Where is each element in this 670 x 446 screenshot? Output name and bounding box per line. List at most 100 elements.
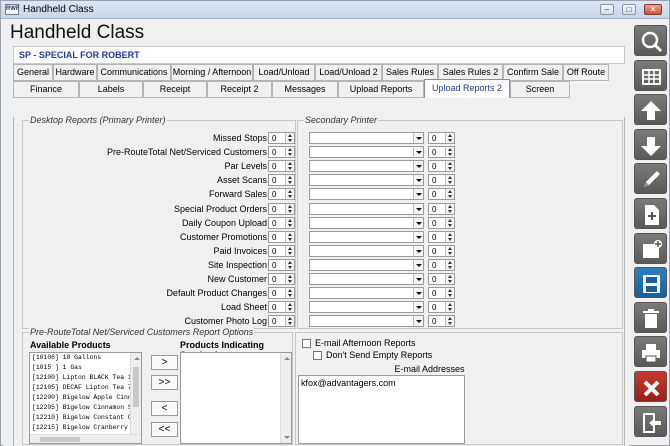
tab-load-unload-2[interactable]: Load/Unload 2 bbox=[315, 64, 382, 81]
secondary-printer-select-pre-routetotal-net-serviced-customers[interactable] bbox=[309, 146, 424, 159]
primary-copies-default-product-changes-arrows[interactable] bbox=[285, 288, 294, 299]
primary-copies-load-sheet-arrows[interactable] bbox=[285, 302, 294, 313]
add-all-button[interactable]: >> bbox=[151, 375, 178, 390]
secondary-copies-site-inspection[interactable]: 0 bbox=[428, 258, 455, 271]
tab-morning-afternoon[interactable]: Morning / Afternoon bbox=[171, 64, 253, 81]
available-product-item[interactable]: [12210] Bigelow Constant Co bbox=[30, 413, 130, 423]
secondary-printer-select-customer-photo-log[interactable] bbox=[309, 315, 424, 328]
primary-copies-customer-photo-log-arrows[interactable] bbox=[285, 316, 294, 327]
secondary-copies-asset-scans-arrows[interactable] bbox=[445, 175, 454, 186]
secondary-copies-pre-routetotal-net-serviced-customers-arrows[interactable] bbox=[445, 147, 454, 158]
tab-upload-reports[interactable]: Upload Reports bbox=[338, 81, 424, 98]
available-product-item[interactable]: [12100] Lipton BLACK Tea 10 bbox=[30, 373, 130, 383]
primary-copies-forward-sales-arrows[interactable] bbox=[285, 189, 294, 200]
remove-all-button[interactable]: << bbox=[151, 422, 178, 437]
save-button[interactable] bbox=[634, 267, 667, 299]
secondary-printer-select-missed-stops[interactable] bbox=[309, 132, 424, 144]
secondary-copies-paid-invoices[interactable]: 0 bbox=[428, 244, 455, 257]
pencil-button[interactable] bbox=[634, 163, 667, 195]
add-selected-button[interactable]: > bbox=[151, 355, 178, 370]
tab-hardware[interactable]: Hardware bbox=[53, 64, 97, 81]
new-document-button[interactable] bbox=[634, 198, 667, 229]
primary-copies-missed-stops[interactable]: 0 bbox=[268, 132, 295, 144]
window-close-button[interactable]: ✕ bbox=[644, 4, 662, 15]
primary-copies-pre-routetotal-net-serviced-customers[interactable]: 0 bbox=[268, 146, 295, 159]
email-afternoon-checkbox[interactable] bbox=[302, 339, 311, 348]
secondary-copies-paid-invoices-arrows[interactable] bbox=[445, 245, 454, 256]
tab-off-route[interactable]: Off Route bbox=[563, 64, 609, 81]
primary-copies-par-levels-arrows[interactable] bbox=[285, 161, 294, 172]
primary-copies-par-levels[interactable]: 0 bbox=[268, 160, 295, 173]
grid-button[interactable] bbox=[634, 59, 667, 91]
secondary-copies-missed-stops[interactable]: 0 bbox=[428, 132, 455, 144]
secondary-printer-select-customer-promotions[interactable] bbox=[309, 230, 424, 243]
primary-copies-daily-coupon-upload[interactable]: 0 bbox=[268, 216, 295, 229]
secondary-printer-select-daily-coupon-upload[interactable] bbox=[309, 216, 424, 229]
tab-receipt-2[interactable]: Receipt 2 bbox=[207, 81, 272, 98]
tab-finance[interactable]: Finance bbox=[13, 81, 79, 98]
secondary-copies-default-product-changes-arrows[interactable] bbox=[445, 288, 454, 299]
primary-copies-site-inspection-arrows[interactable] bbox=[285, 259, 294, 270]
secondary-printer-select-site-inspection[interactable] bbox=[309, 258, 424, 271]
available-product-item[interactable]: [12205] Bigelow Cinnamon St bbox=[30, 403, 130, 413]
primary-copies-customer-promotions[interactable]: 0 bbox=[268, 230, 295, 243]
minimize-button[interactable]: – bbox=[600, 4, 614, 15]
secondary-copies-customer-photo-log[interactable]: 0 bbox=[428, 315, 455, 328]
secondary-printer-select-default-product-changes[interactable] bbox=[309, 287, 424, 300]
secondary-printer-select-special-product-orders[interactable] bbox=[309, 202, 424, 215]
arrow-down-button[interactable] bbox=[634, 128, 667, 160]
primary-copies-asset-scans[interactable]: 0 bbox=[268, 174, 295, 187]
secondary-printer-select-par-levels[interactable] bbox=[309, 160, 424, 173]
secondary-copies-site-inspection-arrows[interactable] bbox=[445, 259, 454, 270]
secondary-copies-par-levels[interactable]: 0 bbox=[428, 160, 455, 173]
secondary-copies-par-levels-arrows[interactable] bbox=[445, 161, 454, 172]
secondary-printer-select-forward-sales[interactable] bbox=[309, 188, 424, 201]
print-button[interactable] bbox=[634, 336, 667, 368]
secondary-copies-default-product-changes[interactable]: 0 bbox=[428, 287, 455, 300]
secondary-copies-forward-sales[interactable]: 0 bbox=[428, 188, 455, 201]
secondary-copies-new-customer-arrows[interactable] bbox=[445, 274, 454, 284]
secondary-copies-load-sheet-arrows[interactable] bbox=[445, 302, 454, 313]
secondary-copies-load-sheet[interactable]: 0 bbox=[428, 301, 455, 314]
secondary-copies-customer-promotions[interactable]: 0 bbox=[428, 230, 455, 243]
secondary-copies-special-product-orders[interactable]: 0 bbox=[428, 202, 455, 215]
secondary-printer-select-load-sheet[interactable] bbox=[309, 301, 424, 314]
primary-copies-customer-photo-log[interactable]: 0 bbox=[268, 315, 295, 328]
available-product-item[interactable]: [12200] Bigelow Apple Cinnam bbox=[30, 393, 130, 403]
secondary-printer-select-paid-invoices[interactable] bbox=[309, 244, 424, 257]
tab-load-unload[interactable]: Load/Unload bbox=[253, 64, 315, 81]
exit-button[interactable] bbox=[634, 405, 667, 437]
primary-copies-site-inspection[interactable]: 0 bbox=[268, 258, 295, 271]
primary-copies-new-customer[interactable]: 0 bbox=[268, 273, 295, 285]
tab-messages[interactable]: Messages bbox=[272, 81, 338, 98]
search-button[interactable] bbox=[634, 25, 667, 56]
available-product-item[interactable]: [12215] Bigelow Cranberry A bbox=[30, 423, 130, 433]
primary-copies-default-product-changes[interactable]: 0 bbox=[268, 287, 295, 300]
tab-confirm-sale[interactable]: Confirm Sale bbox=[503, 64, 563, 81]
tab-general[interactable]: General bbox=[13, 64, 53, 81]
trash-button[interactable] bbox=[634, 301, 667, 333]
primary-copies-customer-promotions-arrows[interactable] bbox=[285, 231, 294, 242]
primary-copies-pre-routetotal-net-serviced-customers-arrows[interactable] bbox=[285, 147, 294, 158]
secondary-copies-forward-sales-arrows[interactable] bbox=[445, 189, 454, 200]
available-product-item[interactable]: [1015 ] 1 Gas bbox=[30, 363, 130, 373]
primary-copies-special-product-orders[interactable]: 0 bbox=[268, 202, 295, 215]
primary-copies-forward-sales[interactable]: 0 bbox=[268, 188, 295, 201]
secondary-copies-asset-scans[interactable]: 0 bbox=[428, 174, 455, 187]
remove-selected-button[interactable]: < bbox=[151, 401, 178, 416]
products-indicating-list[interactable] bbox=[180, 352, 292, 444]
available-products-vscroll[interactable] bbox=[130, 353, 141, 443]
dont-send-empty-checkbox[interactable] bbox=[313, 351, 322, 360]
secondary-copies-daily-coupon-upload[interactable]: 0 bbox=[428, 216, 455, 229]
primary-copies-paid-invoices-arrows[interactable] bbox=[285, 245, 294, 256]
available-products-hscroll[interactable] bbox=[30, 434, 141, 443]
available-product-item[interactable]: [12105] DECAF Lipton Tea 72 bbox=[30, 383, 130, 393]
secondary-copies-customer-photo-log-arrows[interactable] bbox=[445, 316, 454, 327]
tab-receipt[interactable]: Receipt bbox=[143, 81, 207, 98]
available-product-item[interactable]: [10106] 10 Gallons bbox=[30, 353, 130, 363]
products-indicating-vscroll[interactable] bbox=[280, 353, 291, 443]
email-addresses-field[interactable]: kfox@advantagers.com bbox=[298, 375, 465, 444]
secondary-copies-daily-coupon-upload-arrows[interactable] bbox=[445, 217, 454, 228]
secondary-printer-select-new-customer[interactable] bbox=[309, 273, 424, 285]
add-card-button[interactable] bbox=[634, 232, 667, 264]
